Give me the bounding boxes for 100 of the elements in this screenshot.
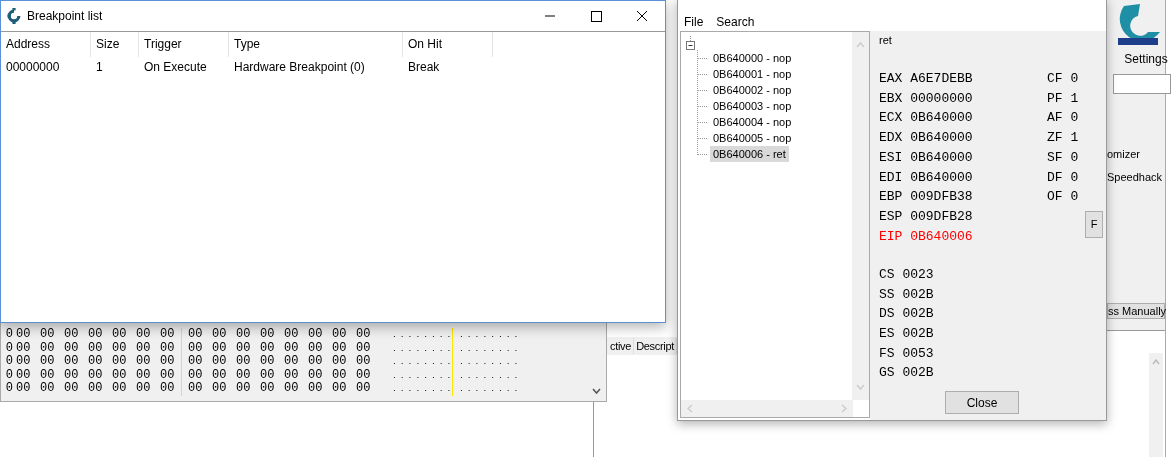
tree-item[interactable]: 0B640004 - nop: [710, 114, 795, 130]
scroll-up-icon[interactable]: [856, 42, 865, 48]
ascii-text: ........: [459, 383, 519, 396]
hex-byte: 00: [40, 368, 56, 382]
scroll-left-icon[interactable]: [687, 404, 693, 413]
hex-byte: 00: [188, 328, 204, 342]
hex-byte: 00: [212, 382, 228, 396]
hex-byte: 00: [284, 355, 300, 369]
hex-byte: 00: [356, 328, 372, 342]
hex-byte: 00: [16, 368, 32, 382]
tree-item[interactable]: 0B640005 - nop: [710, 130, 795, 146]
segment-register-text[interactable]: DS 002B: [879, 304, 1106, 324]
hex-byte: 00: [356, 355, 372, 369]
table-cell-text: Break: [407, 59, 441, 76]
segment-register-text[interactable]: FS 0053: [879, 343, 1106, 364]
collapse-icon[interactable]: [685, 36, 697, 50]
hex-byte: 00: [356, 368, 372, 382]
hex-byte: 00: [88, 328, 104, 342]
hex-byte: 00: [16, 341, 32, 355]
hex-byte: 00: [332, 382, 348, 396]
hex-byte: 00: [16, 328, 32, 342]
column-header[interactable]: On Hit: [403, 32, 493, 57]
hex-byte: 00: [212, 328, 228, 342]
segment-register-text[interactable]: SS 002B: [879, 284, 1106, 305]
flag-text[interactable]: ZF 1: [1047, 128, 1079, 148]
flags-button[interactable]: F: [1085, 211, 1103, 238]
table-cell-text: On Execute: [143, 59, 208, 76]
hex-byte: 0: [4, 368, 13, 382]
hex-byte: 00: [16, 382, 32, 396]
hex-byte: 00: [112, 382, 128, 396]
hex-byte: 00: [260, 382, 276, 396]
register-text[interactable]: ESI 0B640000: [879, 147, 1039, 168]
hex-byte: 00: [284, 382, 300, 396]
hex-byte: 00: [284, 328, 300, 342]
register-text[interactable]: ESP 009DFB28: [879, 206, 1039, 227]
menu-item[interactable]: Search: [716, 13, 755, 31]
hex-byte: 0: [4, 341, 13, 355]
hex-byte: 00: [64, 341, 80, 355]
close-button[interactable]: Close: [945, 391, 1019, 414]
hex-byte: 00: [260, 368, 276, 382]
hex-byte: 00: [88, 341, 104, 355]
scroll-up-icon[interactable]: [1152, 359, 1160, 365]
tree-item[interactable]: 0B640002 - nop: [710, 82, 795, 98]
hex-byte: 00: [40, 382, 56, 396]
register-text[interactable]: EBX 00000000: [879, 88, 1039, 109]
segment-register-text[interactable]: CS 0023: [879, 265, 1106, 285]
hex-byte: 00: [40, 328, 56, 342]
flag-text[interactable]: OF 0: [1047, 187, 1079, 207]
flag-text[interactable]: SF 0: [1047, 147, 1079, 168]
flag-text[interactable]: AF 0: [1047, 108, 1079, 128]
flag-text[interactable]: PF 1: [1047, 88, 1079, 109]
ascii-text: ........: [459, 329, 519, 342]
hex-byte: 00: [212, 368, 228, 382]
column-header[interactable]: Trigger: [139, 32, 229, 57]
menu-item[interactable]: File: [684, 13, 704, 31]
register-text[interactable]: EAX A6E7DEBB: [879, 69, 1039, 89]
ascii-text: ........: [392, 383, 452, 396]
hex-byte: 00: [64, 382, 80, 396]
hex-byte: 00: [284, 341, 300, 355]
register-text[interactable]: EIP 0B640006: [879, 226, 1039, 247]
register-text[interactable]: EDI 0B640000: [879, 167, 1039, 188]
hex-byte: 00: [136, 328, 152, 342]
column-header[interactable]: Size: [91, 32, 139, 57]
register-text[interactable]: EDX 0B640000: [879, 128, 1039, 148]
value-field[interactable]: [1113, 74, 1171, 94]
hex-byte: 0: [4, 355, 13, 369]
hex-byte: 00: [16, 355, 32, 369]
segment-register-text[interactable]: ES 002B: [879, 323, 1106, 344]
hex-byte: 00: [64, 355, 80, 369]
ascii-text: ........: [459, 369, 519, 382]
hex-byte: 00: [260, 341, 276, 355]
hex-byte: 00: [136, 355, 152, 369]
register-text[interactable]: ECX 0B640000: [879, 108, 1039, 128]
hex-byte: 00: [40, 355, 56, 369]
tree-item[interactable]: 0B640003 - nop: [710, 98, 795, 114]
hex-byte: 00: [64, 328, 80, 342]
register-text[interactable]: EBP 009DFB38: [879, 187, 1039, 207]
tree-item[interactable]: 0B640000 - nop: [710, 50, 795, 66]
hex-byte: 00: [112, 368, 128, 382]
column-header[interactable]: ctive: [608, 337, 635, 355]
hex-byte: 00: [112, 328, 128, 342]
add-address-button[interactable]: ss Manually: [1107, 303, 1165, 319]
ascii-text: ........: [392, 369, 452, 382]
hex-byte: 00: [212, 341, 228, 355]
hex-byte: 00: [284, 368, 300, 382]
scroll-right-icon[interactable]: [841, 404, 847, 413]
hex-byte: 00: [136, 368, 152, 382]
tree-item[interactable]: 0B640001 - nop: [710, 66, 795, 82]
hex-byte: 00: [236, 382, 252, 396]
hex-byte: 00: [332, 355, 348, 369]
tree-item[interactable]: 0B640006 - ret: [710, 146, 789, 162]
hex-byte: 00: [332, 328, 348, 342]
segment-register-text[interactable]: GS 002B: [879, 363, 1106, 383]
settings-label[interactable]: Settings: [1124, 50, 1168, 68]
column-header[interactable]: Address: [1, 32, 91, 57]
flag-text[interactable]: DF 0: [1047, 167, 1079, 188]
scroll-down-icon[interactable]: [592, 388, 601, 395]
hex-byte: 00: [64, 368, 80, 382]
column-header[interactable]: Type: [229, 32, 403, 57]
flag-text[interactable]: CF 0: [1047, 69, 1079, 89]
